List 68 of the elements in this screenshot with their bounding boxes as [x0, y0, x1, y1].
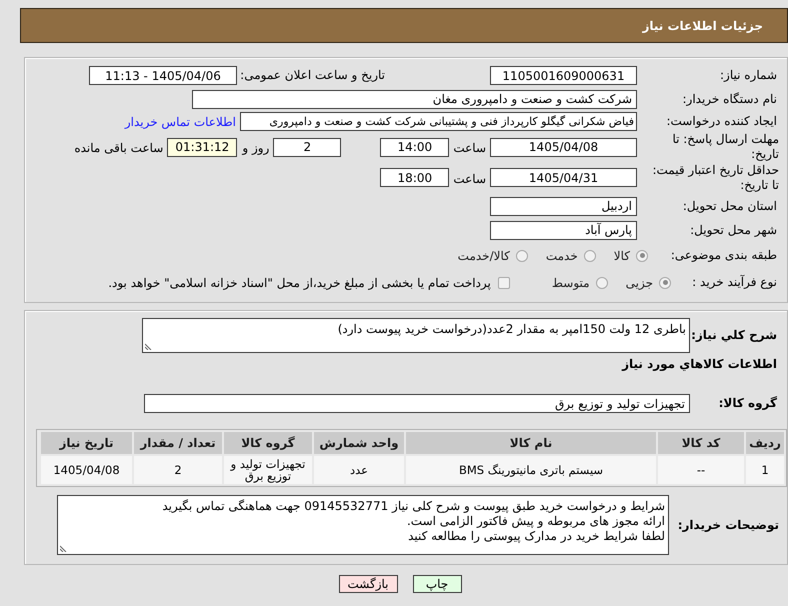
province-field[interactable]: اردبیل [490, 196, 637, 216]
validity-time-field[interactable]: 18:00 [380, 168, 450, 187]
table-cell: 2 [134, 456, 222, 484]
radio-button[interactable] [584, 250, 596, 262]
field-label: ایجاد کننده درخواست: [666, 114, 777, 129]
field-label: تاریخ و ساعت اعلان عمومی: [240, 68, 385, 83]
field-label: نوع فرآیند خرید : [692, 275, 777, 290]
deadline-time-field[interactable]: 14:00 [380, 138, 450, 156]
notes-line: ارائه مجوز های مربوطه و پیش فاکتور الزامی است. [406, 514, 665, 529]
field-label: ساعت [453, 172, 486, 186]
description-field[interactable]: باطری 12 ولت 150امپر به مقدار 2عدد(درخواست خرید پیوست دارد) [142, 318, 690, 353]
section-title: اطلاعات کالاهاي مورد نياز [622, 357, 777, 372]
field-label: طبقه بندی موضوعی: [670, 248, 777, 263]
contact-link[interactable]: اطلاعات تماس خریدار [124, 112, 236, 130]
validity-date-field[interactable]: 1405/04/31 [490, 168, 637, 187]
column-header: گروه کالا [224, 432, 312, 454]
field-label: توضیحات خریدار: [678, 518, 779, 532]
radio-button[interactable] [636, 250, 648, 262]
remaining-time-field[interactable]: 01:31:12 [167, 138, 238, 156]
column-header: ردیف [746, 432, 784, 454]
radio-label: خدمت [546, 248, 578, 264]
field-label: ساعت باقی مانده [74, 141, 164, 155]
print-button[interactable]: چاپ [412, 575, 462, 593]
resize-grip-icon[interactable] [145, 342, 153, 350]
goods-group-field[interactable]: تجهیزات تولید و توزیع برق [144, 394, 690, 413]
field-label: روز و [242, 141, 270, 155]
field-label: حداقل تاریخ اعتبار قیمت: تا تاریخ: [651, 162, 779, 192]
table-cell: تجهیزات تولید و توزیع برق [224, 456, 312, 484]
column-header: واحد شمارش [314, 432, 404, 454]
days-field[interactable]: 2 [273, 138, 342, 156]
field-label: گروه کالا: [718, 396, 777, 411]
field-label: استان محل تحویل: [682, 198, 777, 214]
field-label: ساعت [453, 141, 486, 155]
radio-label: کالا/خدمت [458, 248, 510, 264]
creator-field[interactable]: فیاض شکرانی گیگلو کارپرداز فنی و پشتیبانی شرکت کشت و صنعت و دامپروری [240, 112, 637, 131]
table-cell: -- [658, 456, 744, 484]
checkbox[interactable] [498, 276, 510, 288]
need-number-field[interactable]: 1105001609000631 [490, 66, 637, 85]
city-field[interactable]: پارس آباد [490, 220, 637, 240]
radio-label: جزیی [626, 274, 653, 292]
table-cell: 1 [746, 456, 784, 484]
buyer-notes-field[interactable]: شرایط و درخواست خرید طبق پیوست و شرح کلی نیاز 09145532771 جهت هماهنگی تماس بگیرید ارائه مجوز های مربوطه و پیش فاکتور الزامی است. لطفا شرایط خرید در مدارک پیوستی را مطالعه کنید [57, 495, 669, 555]
radio-label: متوسط [552, 274, 590, 292]
radio-button[interactable] [516, 250, 528, 262]
column-header: تعداد / مقدار [134, 432, 222, 454]
radio-button[interactable] [659, 276, 671, 288]
field-label: مهلت ارسال پاسخ: تا تاریخ: [671, 132, 779, 162]
notes-line: شرایط و درخواست خرید طبق پیوست و شرح کلی نیاز 09145532771 جهت هماهنگی تماس بگیرید [162, 499, 665, 514]
table-cell: عدد [314, 456, 404, 484]
field-label: شهر محل تحویل: [690, 222, 777, 238]
checkbox-label: پرداخت تمام یا بخشی از مبلغ خرید،از محل "اسناد خزانه اسلامی" خواهد بود. [108, 274, 491, 292]
page-title: جزئیات اطلاعات نیاز [642, 18, 763, 34]
field-label: شماره نیاز: [720, 68, 777, 83]
back-button[interactable]: بازگشت [338, 575, 398, 593]
buyer-org-field[interactable]: شرکت کشت و صنعت و دامپروری مغان [192, 90, 637, 108]
column-header: نام کالا [406, 432, 656, 454]
resize-grip-icon[interactable] [60, 544, 68, 552]
table-cell: 1405/04/08 [41, 456, 132, 484]
notes-line: لطفا شرایط خرید در مدارک پیوستی را مطالعه کنید [408, 529, 665, 544]
column-header: تاریخ نیاز [41, 432, 132, 454]
radio-label: کالا [614, 248, 630, 264]
field-label: شرح کلي نياز: [691, 328, 777, 343]
announce-date-field[interactable]: 1405/04/06 - 11:13 [89, 66, 237, 85]
radio-button[interactable] [596, 276, 608, 288]
column-header: کد کالا [658, 432, 744, 454]
deadline-date-field[interactable]: 1405/04/08 [490, 138, 637, 156]
field-label: نام دستگاه خریدار: [682, 92, 777, 106]
table-cell: سیستم باتری مانیتورینگ BMS [406, 456, 656, 484]
